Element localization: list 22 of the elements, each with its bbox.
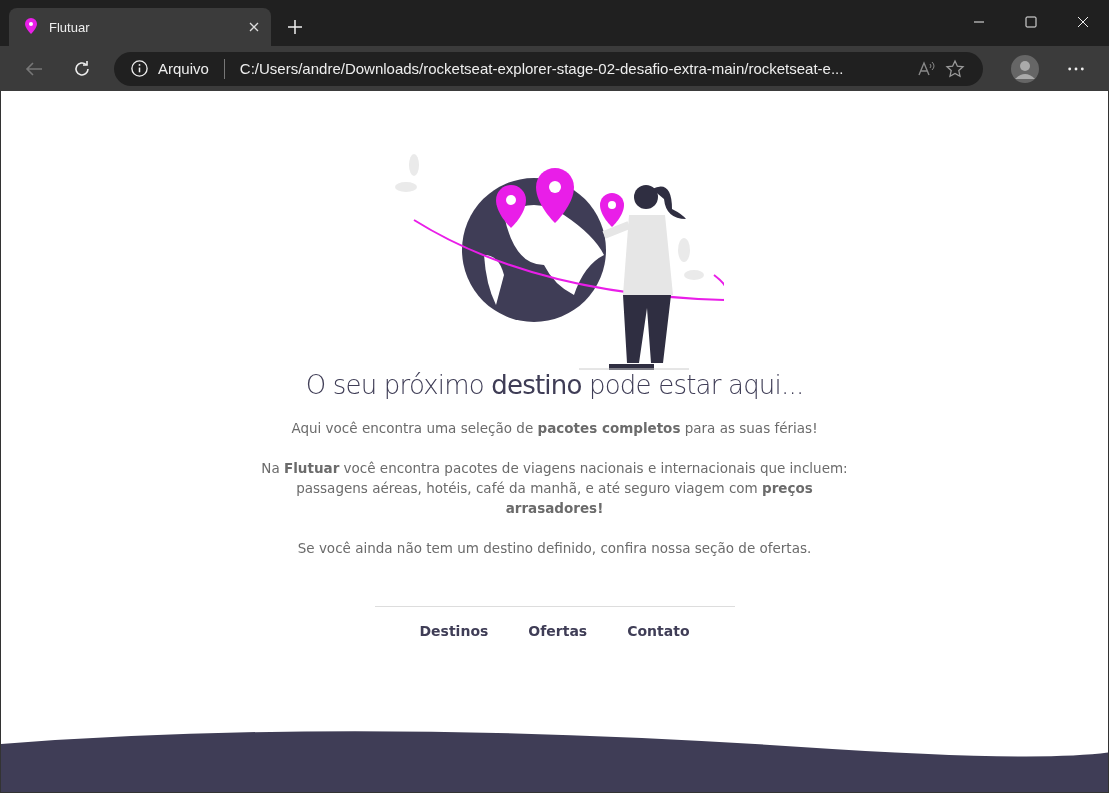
close-icon[interactable] (1077, 16, 1089, 28)
address-bar[interactable]: Arquivo C:/Users/andre/Downloads/rocketseat-explorer-stage-02-desafio-extra-main/rocketseat-e... (114, 51, 983, 86)
reload-icon[interactable] (72, 58, 92, 79)
more-icon[interactable] (1067, 65, 1085, 72)
profile-avatar[interactable] (1011, 54, 1039, 83)
tab-title: Flutuar (49, 19, 91, 35)
nav-link[interactable]: Destinos (419, 623, 489, 639)
address-label: Arquivo (158, 60, 209, 77)
page-heading: O seu próximo destino pode estar aqui... (305, 370, 804, 400)
nav-link[interactable]: Contato (627, 623, 690, 639)
url-text: C:/Users/andre/Downloads/rocketseat-explorer-stage-02-desafio-extra-main/rocketseat-e... (239, 60, 845, 77)
map-pin-icon (25, 18, 37, 36)
new-tab-icon[interactable] (287, 19, 303, 35)
intro-paragraph: Se você ainda não tem um destino definido, confira nossa seção de ofertas. (296, 539, 813, 558)
browser-tab[interactable]: Flutuar (9, 8, 271, 46)
intro-paragraph: Aqui você encontra uma seleção de pacotes completos para as suas férias! (290, 419, 819, 438)
info-icon (130, 59, 149, 78)
maximize-icon[interactable] (1025, 16, 1037, 28)
nav-link[interactable]: Ofertas (528, 623, 588, 639)
star-icon[interactable] (945, 58, 965, 79)
close-icon[interactable] (249, 22, 259, 32)
intro-paragraph: Na Flutuar você encontra pacotes de viagens nacionais e internacionais que incluem: passagens aéreas, hotéis, café da manhã, e até seguro viagem com preços arrasadores! (260, 459, 849, 518)
